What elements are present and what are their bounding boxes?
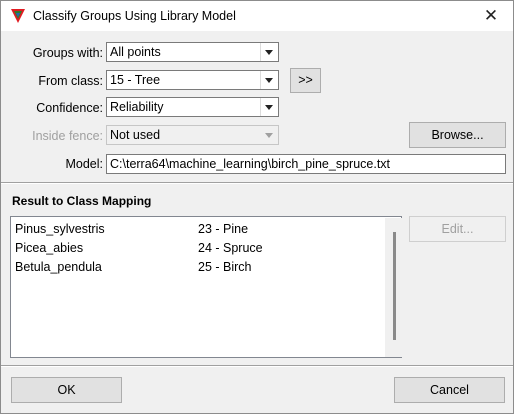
scrollbar-thumb[interactable] (393, 232, 396, 340)
cancel-button[interactable]: Cancel (394, 377, 505, 403)
chevron-down-icon (260, 126, 278, 144)
mapping-section-title: Result to Class Mapping (12, 194, 152, 208)
from-class-value: 15 - Tree (110, 73, 161, 87)
groups-with-value: All points (110, 45, 161, 59)
close-icon[interactable]: ✕ (469, 1, 513, 31)
inside-fence-select: Not used (106, 125, 279, 145)
confidence-select[interactable]: Reliability (106, 97, 279, 117)
mapping-class: 23 - Pine (198, 222, 249, 236)
confidence-value: Reliability (110, 100, 164, 114)
model-path-field[interactable]: C:\terra64\machine_learning\birch_pine_s… (106, 154, 506, 174)
chevron-down-icon[interactable] (260, 98, 278, 116)
mapping-class: 25 - Birch (198, 260, 252, 274)
expand-classes-button[interactable]: >> (290, 68, 321, 93)
mapping-result: Pinus_sylvestris (15, 222, 105, 236)
list-scrollbar[interactable] (385, 218, 402, 357)
mapping-result: Betula_pendula (15, 260, 102, 274)
confidence-label: Confidence: (36, 101, 103, 115)
ok-button[interactable]: OK (11, 377, 122, 403)
browse-button[interactable]: Browse... (409, 122, 506, 148)
title-bar: Classify Groups Using Library Model ✕ (1, 1, 513, 31)
footer-divider (1, 365, 513, 367)
chevron-down-icon[interactable] (260, 71, 278, 89)
chevron-down-icon[interactable] (260, 43, 278, 61)
groups-with-label: Groups with: (32, 46, 103, 60)
mapping-class: 24 - Spruce (198, 241, 263, 255)
inside-fence-label: Inside fence: (32, 129, 103, 143)
mapping-list[interactable]: Pinus_sylvestris 23 - Pine Picea_abies 2… (10, 216, 402, 358)
edit-button: Edit... (409, 216, 506, 242)
app-icon (11, 9, 25, 23)
inside-fence-value: Not used (110, 128, 161, 142)
groups-with-select[interactable]: All points (106, 42, 279, 62)
section-divider (1, 182, 513, 184)
from-class-label: From class: (38, 74, 103, 88)
model-label: Model: (65, 157, 103, 171)
window-title: Classify Groups Using Library Model (33, 9, 236, 23)
mapping-result: Picea_abies (15, 241, 84, 255)
dialog-window: Classify Groups Using Library Model ✕ Gr… (0, 0, 514, 414)
model-path-value: C:\terra64\machine_learning\birch_pine_s… (110, 157, 391, 171)
from-class-select[interactable]: 15 - Tree (106, 70, 279, 90)
